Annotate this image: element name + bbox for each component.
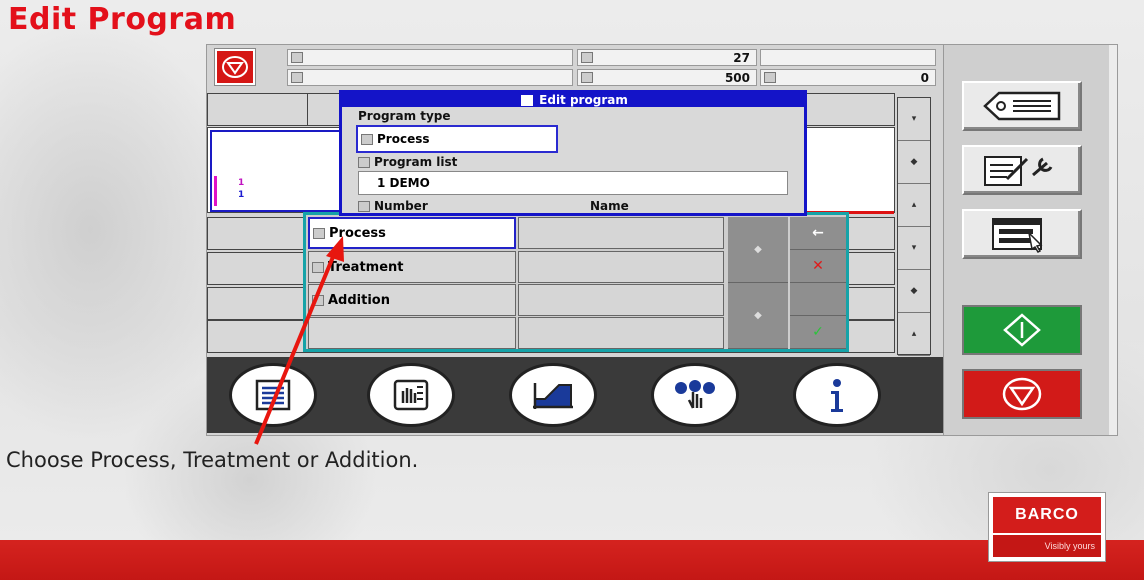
option-label: Process [329, 225, 386, 241]
scroll-bottom-button[interactable]: ▴ [898, 313, 930, 356]
cancel-button[interactable]: ✕ [790, 250, 846, 283]
option-label: Addition [328, 292, 390, 308]
option-addition[interactable]: Addition [308, 284, 516, 316]
edit-settings-button[interactable] [962, 145, 1082, 195]
tag-icon [983, 91, 1061, 121]
barco-logo: BARCO Visibly yours [988, 492, 1106, 562]
start-diamond-icon [1003, 313, 1041, 347]
process-icon [361, 133, 373, 145]
program-list-field[interactable]: 1 DEMO [358, 171, 788, 195]
addition-icon [312, 294, 324, 306]
scroll-page-down-button[interactable]: ◆ [898, 270, 930, 313]
option-value-cell [518, 284, 724, 316]
status-value-3: 0 [920, 70, 929, 85]
option-value-cell [518, 317, 724, 349]
program-list-icon [255, 379, 291, 411]
program-list-value: 1 DEMO [377, 176, 430, 190]
status-field-2 [287, 69, 573, 86]
scroll-down-button[interactable]: ▾ [898, 227, 930, 270]
selected-cell [210, 130, 342, 212]
curve-icon [533, 383, 573, 409]
option-value-cell [518, 217, 724, 249]
status-field-4: 500 [577, 69, 757, 86]
number-column-header: Number [358, 199, 428, 213]
back-arrow-button[interactable]: ← [790, 217, 846, 250]
stop-button[interactable] [962, 369, 1082, 419]
program-type-value: Process [377, 132, 430, 146]
option-label: Treatment [328, 259, 404, 275]
field-icon [291, 52, 303, 63]
scrollbar[interactable] [1108, 45, 1117, 435]
status-field-1 [287, 49, 573, 66]
edit-wrench-icon [984, 156, 1053, 186]
scroll-page-up-button[interactable]: ◆ [898, 141, 930, 184]
bottom-toolbar [207, 357, 943, 433]
option-value-cell [518, 251, 724, 283]
check-icon: ✓ [812, 324, 824, 340]
slide-title: Edit Program [8, 2, 237, 37]
back-arrow-icon: ← [812, 225, 824, 241]
dialog-title-text: Edit program [539, 93, 628, 107]
status-field-3: 27 [577, 49, 757, 66]
option-empty[interactable] [308, 317, 516, 349]
touch-buttons-button[interactable] [651, 363, 739, 427]
program-type-label: Program type [358, 109, 451, 123]
field-icon [291, 72, 303, 83]
start-button[interactable] [962, 305, 1082, 355]
program-list-heading: Program list [358, 155, 457, 169]
weight-icon [581, 72, 593, 83]
slide-caption: Choose Process, Treatment or Addition. [6, 448, 419, 472]
name-column-header: Name [590, 199, 629, 213]
option-process[interactable]: Process [308, 217, 516, 249]
counter-icon [581, 52, 593, 63]
marker-number: 1 [238, 178, 245, 188]
info-icon [831, 379, 843, 412]
curve-view-button[interactable] [509, 363, 597, 427]
logo-name: BARCO [993, 497, 1101, 533]
edit-program-dialog: Edit program Program type Process Progra… [339, 90, 807, 216]
program-list-label: Program list [374, 155, 458, 169]
stop-icon [1002, 377, 1042, 411]
number-icon [358, 200, 370, 212]
dialog-title: Edit program [342, 93, 804, 107]
page-button-column: ◆ ◆ [728, 217, 788, 349]
image-icon [764, 72, 776, 83]
logo-tagline: Visibly yours [993, 535, 1101, 557]
status-field-6: 0 [760, 69, 936, 86]
stop-icon [222, 56, 248, 78]
number-label: Number [374, 199, 428, 213]
status-field-5 [760, 49, 936, 66]
cross-icon: ✕ [812, 258, 824, 274]
page-down-button[interactable]: ◆ [728, 283, 788, 349]
stop-small-button[interactable] [214, 48, 256, 86]
edit-icon [521, 94, 534, 106]
tag-button[interactable] [962, 81, 1082, 131]
process-icon [313, 227, 325, 239]
scroll-button-column: ▾ ◆ ▴ ▾ ◆ ▴ [897, 97, 931, 356]
scroll-up-button[interactable]: ▴ [898, 184, 930, 227]
list-icon [358, 156, 370, 168]
touch-buttons-icon [675, 380, 715, 409]
list-pointer-icon [992, 218, 1043, 253]
page-up-button[interactable]: ◆ [728, 217, 788, 283]
program-list-button[interactable] [229, 363, 317, 427]
list-select-button[interactable] [962, 209, 1082, 259]
option-treatment[interactable]: Treatment [308, 251, 516, 283]
magenta-marker [214, 176, 217, 206]
confirm-button-column: ← ✕ ✓ [790, 217, 846, 349]
info-button[interactable] [793, 363, 881, 427]
right-button-panel [943, 45, 1109, 435]
scroll-top-button[interactable]: ▾ [898, 98, 930, 141]
status-value-1: 27 [733, 50, 750, 65]
spacer-button [790, 283, 846, 316]
marker-number: 1 [238, 190, 245, 200]
manual-mode-button[interactable] [367, 363, 455, 427]
program-type-field[interactable]: Process [356, 125, 558, 153]
confirm-button[interactable]: ✓ [790, 316, 846, 349]
treatment-icon [312, 261, 324, 273]
status-value-2: 500 [724, 70, 750, 85]
manual-hand-icon [393, 379, 429, 411]
footer-bar [0, 540, 1144, 580]
program-type-selection-panel: Process Treatment Addition ◆ ◆ ← ✕ ✓ [303, 212, 849, 352]
